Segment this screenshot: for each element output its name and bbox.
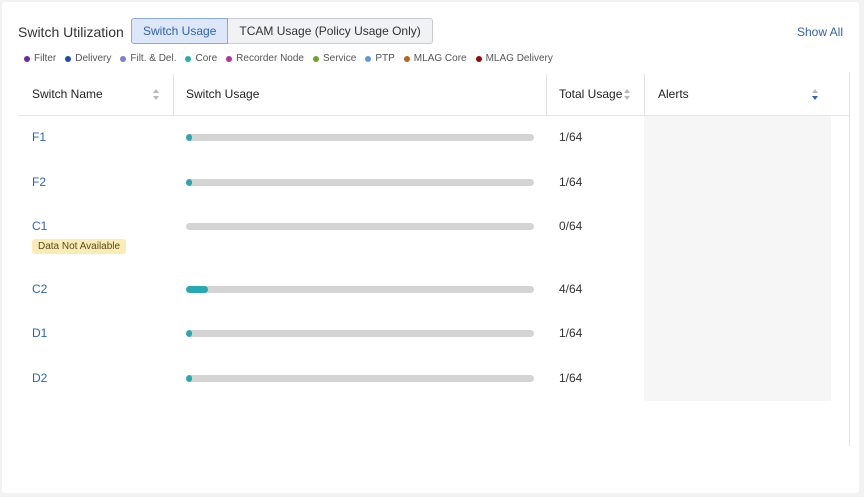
total-usage-value: 1/64 xyxy=(559,130,583,144)
usage-bar-fill xyxy=(186,330,192,337)
usage-bar xyxy=(186,286,534,293)
legend-label: Filter xyxy=(34,53,57,64)
legend-dot-icon xyxy=(403,55,410,62)
switch-name-link[interactable]: F1 xyxy=(32,130,46,144)
usage-bar xyxy=(186,375,534,382)
column-header-switch-name[interactable]: Switch Name xyxy=(32,74,103,116)
legend-label: MLAG Core xyxy=(413,53,467,64)
card-title: Switch Utilization xyxy=(18,24,124,40)
legend-label: Service xyxy=(322,53,357,64)
sort-desc-icon[interactable] xyxy=(812,89,818,100)
legend-label: PTP xyxy=(375,53,395,64)
column-header-alerts[interactable]: Alerts xyxy=(658,74,689,116)
switch-name-link[interactable]: D2 xyxy=(32,371,47,385)
sort-icon[interactable] xyxy=(624,89,630,100)
scrollbar-track[interactable] xyxy=(849,72,850,446)
sort-icon[interactable] xyxy=(153,89,159,100)
legend-dot-icon xyxy=(24,55,30,62)
legend-dot-icon xyxy=(475,55,482,62)
total-usage-value: 1/64 xyxy=(559,326,583,340)
total-usage-value: 1/64 xyxy=(559,371,583,385)
status-badge: Data Not Available xyxy=(32,239,127,254)
view-toggle: Switch Usage TCAM Usage (Policy Usage On… xyxy=(131,18,433,44)
table-header: Switch Name Switch Usage Total Usage Ale… xyxy=(18,74,850,116)
legend: Filter Delivery Filt. & Del. Core Recorder N… xyxy=(24,53,553,64)
legend-label: MLAG Delivery xyxy=(485,53,553,64)
card-header: Switch Utilization Switch Usage TCAM Usa… xyxy=(18,18,843,46)
legend-label: Recorder Node xyxy=(236,53,304,64)
usage-bar xyxy=(186,330,534,337)
switch-name-link[interactable]: F2 xyxy=(32,175,46,189)
alerts-panel xyxy=(644,116,831,401)
legend-item: Filt. & Del. xyxy=(120,53,176,64)
legend-label: Core xyxy=(195,53,218,64)
column-divider xyxy=(644,74,645,116)
usage-bar-fill xyxy=(186,286,208,293)
legend-item: MLAG Core xyxy=(403,53,467,64)
legend-item: PTP xyxy=(365,53,395,64)
usage-bar xyxy=(186,223,534,230)
legend-dot-icon xyxy=(120,55,127,62)
show-all-link[interactable]: Show All xyxy=(797,25,843,39)
legend-item: Service xyxy=(312,53,357,64)
legend-label: Delivery xyxy=(75,53,112,64)
legend-dot-icon xyxy=(65,55,72,62)
legend-dot-icon xyxy=(185,55,192,62)
legend-item: MLAG Delivery xyxy=(475,53,553,64)
total-usage-value: 0/64 xyxy=(559,219,583,233)
legend-item: Recorder Node xyxy=(226,53,304,64)
switch-name-link[interactable]: C1 xyxy=(32,219,47,233)
column-divider xyxy=(546,74,547,116)
legend-dot-icon xyxy=(226,55,233,62)
usage-bar-fill xyxy=(186,134,192,141)
usage-bar xyxy=(186,134,534,141)
switch-name-link[interactable]: C2 xyxy=(32,282,47,296)
legend-item: Filter xyxy=(24,53,56,64)
usage-bar-fill xyxy=(186,179,192,186)
legend-dot-icon xyxy=(365,55,372,62)
tab-tcam-usage[interactable]: TCAM Usage (Policy Usage Only) xyxy=(228,18,433,44)
usage-bar xyxy=(186,179,534,186)
total-usage-value: 1/64 xyxy=(559,175,583,189)
switch-utilization-card: Switch Utilization Switch Usage TCAM Usa… xyxy=(2,2,859,493)
legend-dot-icon xyxy=(312,55,319,62)
column-header-switch-usage: Switch Usage xyxy=(186,87,260,101)
total-usage-value: 4/64 xyxy=(559,282,583,296)
column-divider xyxy=(173,74,174,116)
switch-name-link[interactable]: D1 xyxy=(32,326,47,340)
column-header-total-usage[interactable]: Total Usage xyxy=(559,74,622,116)
tab-switch-usage[interactable]: Switch Usage xyxy=(131,18,229,44)
legend-label: Filt. & Del. xyxy=(130,53,177,64)
legend-item: Delivery xyxy=(65,53,111,64)
usage-bar-fill xyxy=(186,375,192,382)
switch-table: Switch Name Switch Usage Total Usage Ale… xyxy=(18,74,850,401)
legend-item: Core xyxy=(185,53,217,64)
